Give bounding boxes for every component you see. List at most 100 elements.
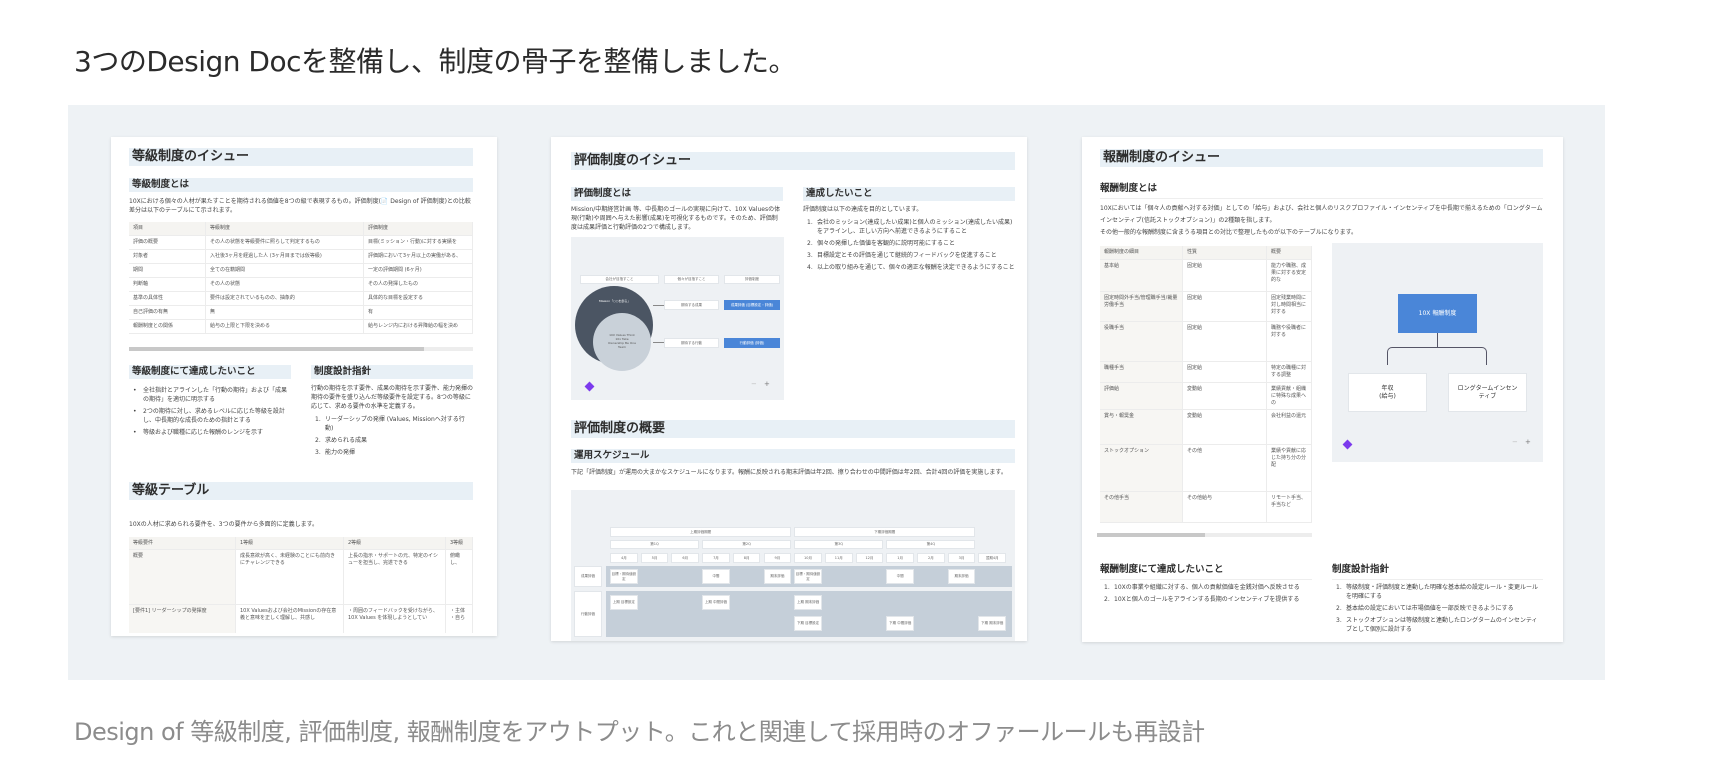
section-heading: 評価制度とは <box>571 187 783 201</box>
half-period: 上期評価期間 <box>610 527 792 537</box>
doc-title: 等級制度のイシュー <box>129 148 473 166</box>
table-header-row: 等級要件 1等級 2等級 3等級 <box>129 537 473 550</box>
month: 12月 <box>855 553 884 563</box>
quarter: 第1Q <box>610 540 700 549</box>
list-item-text: リーダーシップの発揮 (Values, Missionへ対する行動) <box>325 416 465 432</box>
table-cell: ・周囲のフィードバックを受けながら、10X Values を体現しようとしてい <box>344 605 446 633</box>
zoom-out-button[interactable]: − <box>1512 438 1518 446</box>
quarter: 第3Q <box>794 540 884 549</box>
list-item-text: 等級および職種に応じた報酬のレンジを示す <box>143 429 264 436</box>
table-cell: 固定給 <box>1183 292 1267 321</box>
schedule-event: 下期 期末評価 <box>978 616 1007 631</box>
list-item-text: 2つの期待に対し、求めるレベルに応じた等級を設計し、中長期的な成長のための指針と… <box>143 408 285 424</box>
table-row: 対象者 入社後3ヶ月を経過した人 (3ヶ月目までは仮等級) 評価期において3ヶ月以上… <box>129 250 473 264</box>
grade-design-doc: 等級制度のイシュー 等級制度とは 10Xにおける個々の人材が果たすことを期待され… <box>111 137 497 636</box>
table-cell: 役職手当 <box>1100 322 1183 361</box>
month: 4月 <box>610 553 638 563</box>
zoom-out-button[interactable]: − <box>751 380 757 388</box>
table-cell: 全ての在籍期間 <box>206 264 364 277</box>
table-header-row: 報酬制度の細目 性質 概要 <box>1100 246 1312 260</box>
table-cell: 評価の概要 <box>129 236 206 249</box>
table-cell: 固定残業時間に対し時間相当に対する <box>1267 292 1312 321</box>
list-marker: • <box>133 429 137 436</box>
column-header: 性質 <box>1183 246 1267 259</box>
table-cell: 職務や役職者に対する <box>1267 322 1312 361</box>
list-marker: 2. <box>1104 596 1110 603</box>
month: 7月 <box>702 553 730 563</box>
compensation-diagram: 10X 報酬制度 年収 (給与) ロングタームインセンティブ − + <box>1332 243 1543 462</box>
zoom-in-button[interactable]: + <box>1525 438 1531 446</box>
diagram-box: 行動評価 (評価) <box>724 338 780 348</box>
section-heading: 等級制度にて達成したいこと <box>129 365 291 379</box>
table-cell: [要件1] リーダーシップの発揮度 <box>129 605 236 633</box>
list-item-text: ストックオプションは等級制度と連動したロングタームのインセンティブとして個別に設… <box>1346 617 1538 633</box>
grade-table: 等級要件 1等級 2等級 3等級 概要 成長意欲が高く、未経験のことにも前向きにチャレンジ… <box>129 537 473 633</box>
column-header: 概要 <box>1267 246 1312 259</box>
list-marker: 1. <box>1336 584 1342 591</box>
paragraph: 行動の期待を示す要件、成果の期待を示す要件、能力発揮の期待の要件を盛り込んだ等級… <box>311 385 474 410</box>
table-cell: 具体的な目標を設定する <box>364 292 473 305</box>
schedule-event: 下期 目標設定 <box>794 616 822 631</box>
table-row: [要件1] リーダーシップの発揮度 10X Valuesおよび会社のMission… <box>129 605 473 633</box>
table-cell: リモート手当、手当など <box>1267 492 1312 522</box>
goals-list: 1. 10Xの事業や組織に対する、個人の貢献価値を金銭対価へ反映させる 2. 10Xと… <box>1104 583 1312 607</box>
schedule-event: 期末評価 <box>947 569 976 584</box>
table-cell: 給与の上限と下限を決める <box>206 320 364 333</box>
diagram-box: 成果評価 (目標設定・評価) <box>724 300 780 310</box>
list-item: 1. 等級制度・評価制度と連動した明確な基本給の設定ルール・変更ルールを明確にする <box>1336 583 1543 601</box>
list-item-text: 目標設定とその評価を通じて継続的フィードバックを促進すること <box>817 252 997 259</box>
table-row: 基準の具体性 要件は設定されているものの、抽象的 具体的な目標を設定する <box>129 292 473 306</box>
list-marker: 3. <box>1336 617 1342 624</box>
table-cell: 固定時間外手当/管理職手当/裁量労働手当 <box>1100 292 1183 321</box>
table-cell: 成長意欲が高く、未経験のことにも前向きにチャレンジできる <box>236 550 344 604</box>
goals-list: • 全社指針とアラインした「行動の期待」および「成果の期待」を適切に明示する • 2つ… <box>133 386 291 440</box>
schedule-event: 中間 <box>702 569 730 584</box>
table-scrollbar[interactable] <box>1097 533 1312 537</box>
table-row: 評価の概要 その人の状態を等級要件に照らして判定するもの 目標(ミッション・行動)に… <box>129 236 473 250</box>
section-heading: 運用スケジュール <box>571 449 1015 463</box>
table-cell: 給与レンジ内における昇降給の幅を決め <box>364 320 473 333</box>
column-header: 等級要件 <box>129 537 236 549</box>
values-label: 10X Values Think 10x Take Ownership Be O… <box>608 333 636 349</box>
table-cell: その他手当 <box>1100 492 1183 522</box>
list-item-text: 会社のミッション(達成したい成果)と個人のミッション(達成したい成果)をアライン… <box>817 219 1013 235</box>
table-cell: 評価給 <box>1100 383 1183 409</box>
paragraph: 10Xの人材に求められる要件を、3つの要件から多面的に定義します。 <box>129 521 318 528</box>
list-item-text: 基本給の設定においては市場価値を一部反映できるようにする <box>1346 605 1514 612</box>
diagram-logo-icon <box>1342 439 1353 450</box>
table-cell: その人の状態を等級要件に照らして判定するもの <box>206 236 364 249</box>
table-cell: 報酬制度との関係 <box>129 320 206 333</box>
paragraph: 10Xにおいては「個々人の貢献へ対する対価」としての「給与」および、会社と個人の… <box>1100 205 1543 224</box>
table-cell: 俯瞰し、 <box>446 550 473 604</box>
section-heading: 報酬制度にて達成したいこと <box>1100 561 1312 580</box>
table-cell: 会社利益の還元 <box>1267 410 1312 444</box>
table-cell: 有 <box>364 306 473 319</box>
paragraph: 下記「評価制度」が運用の大まかなスケジュールになります。報酬に反映される期末評価… <box>571 469 1007 476</box>
table-row: 報酬制度との関係 給与の上限と下限を決める 給与レンジ内における昇降給の幅を決め <box>129 320 473 334</box>
table-cell: 入社後3ヶ月を経過した人 (3ヶ月目までは仮等級) <box>206 250 364 263</box>
column-header: 3等級 <box>446 537 473 549</box>
compensation-design-doc: 報酬制度のイシュー 報酬制度とは 10Xにおいては「個々人の貢献へ対する対価」と… <box>1082 137 1563 642</box>
schedule-event: 上期 目標設定 <box>610 595 638 610</box>
table-cell: 業績貢献・組織に特殊な成果への <box>1267 383 1312 409</box>
table-cell: 無 <box>206 306 364 319</box>
arrow <box>653 342 664 343</box>
list-marker: • <box>133 408 137 415</box>
zoom-in-button[interactable]: + <box>764 380 770 388</box>
policy-list: 1. 等級制度・評価制度と連動した明確な基本給の設定ルール・変更ルールを明確にする… <box>1336 583 1543 637</box>
list-marker: 1. <box>315 416 321 423</box>
month: 10月 <box>794 553 822 563</box>
month: 8月 <box>732 553 761 563</box>
table-cell: 評価期において3ヶ月以上の実働がある、 <box>364 250 473 263</box>
table-scrollbar[interactable] <box>129 347 473 351</box>
column-header: 項目 <box>129 222 206 235</box>
paragraph: 10Xにおける個々の人材が果たすことを期待される価値を8つの級で表現するもの。評… <box>129 198 471 214</box>
schedule-event: 下期 中間評価 <box>886 616 914 631</box>
section-heading: 報酬制度とは <box>1100 180 1543 199</box>
compensation-table: 報酬制度の細目 性質 概要 基本給 固定給 能力や職務、成果に対する安定的な 固定時間外手当… <box>1100 246 1312 523</box>
long-term-incentive-node: ロングタームインセンティブ <box>1448 373 1527 412</box>
month: 9月 <box>763 553 792 563</box>
month: 11月 <box>824 553 853 563</box>
schedule-event: 目標・期待値設定 <box>794 569 822 584</box>
schedule-event: 中間 <box>886 569 914 584</box>
